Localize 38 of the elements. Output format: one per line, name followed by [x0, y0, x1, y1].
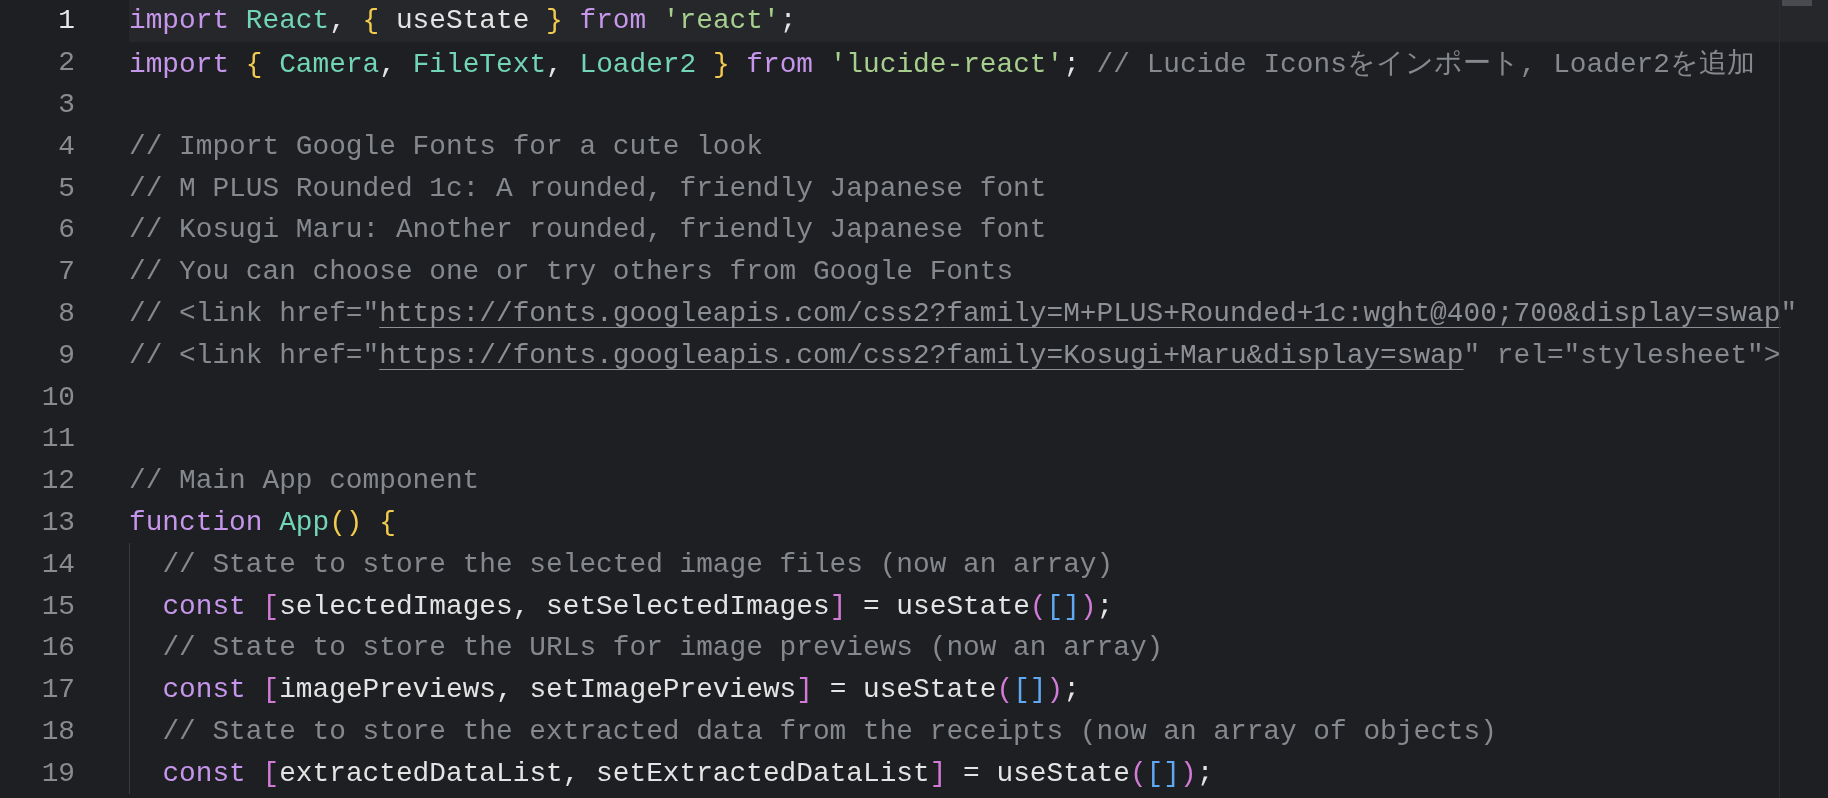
- code-line: // <link href="https://fonts.googleapis.com/css2?family=M+PLUS+Rounded+1c:wght@400;700&display=swap": [129, 297, 1798, 329]
- code-comment: // State to store the extracted data from the receipts (now an array of objects): [162, 715, 1497, 747]
- code-comment: // You can choose one or try others from Google Fonts: [129, 256, 1014, 288]
- line-number: 3: [57, 89, 75, 120]
- code-comment: // Main App component: [129, 465, 480, 497]
- line-number: 15: [40, 590, 75, 622]
- line-number: 10: [40, 381, 75, 413]
- line-number: 18: [40, 715, 75, 747]
- code-line: // <link href="https://fonts.googleapis.com/css2?family=Kosugi+Maru&display=swap" rel="stylesheet">: [129, 339, 1781, 371]
- code-line: function App() {: [129, 506, 396, 538]
- line-number: 9: [57, 339, 75, 371]
- code-line: const [imagePreviews, setImagePreviews] = useState([]);: [162, 674, 1080, 706]
- code-comment: // Kosugi Maru: Another rounded, friendly Japanese font: [129, 214, 1047, 246]
- code-line: import React, { useState } from 'react';: [129, 5, 797, 37]
- line-number: 11: [40, 423, 75, 455]
- line-number: 19: [40, 757, 75, 789]
- line-number: 16: [40, 632, 75, 664]
- link[interactable]: https://fonts.googleapis.com/css2?family=Kosugi+Maru&display=swap: [379, 339, 1464, 371]
- line-number: 8: [57, 297, 75, 329]
- line-number: 6: [57, 214, 75, 246]
- line-number: 13: [40, 506, 75, 538]
- line-number: 1: [57, 5, 75, 37]
- link[interactable]: https://fonts.googleapis.com/css2?family=M+PLUS+Rounded+1c:wght@400;700&display=swap: [379, 297, 1781, 329]
- code-comment: // Import Google Fonts for a cute look: [129, 130, 763, 162]
- line-number: 4: [57, 130, 75, 162]
- code-comment: // State to store the selected image files (now an array): [162, 548, 1114, 580]
- code-line: import { Camera, FileText, Loader2 } from 'lucide-react'; // Lucide Iconsをインポート, Loader2を追加: [129, 48, 1755, 82]
- line-number: 14: [40, 548, 75, 580]
- line-number: 7: [57, 256, 75, 288]
- line-number: 12: [40, 465, 75, 497]
- line-number: 5: [57, 172, 75, 204]
- code-line: const [extractedDataList, setExtractedDataList] = useState([]);: [162, 757, 1214, 789]
- line-number: 2: [57, 47, 75, 79]
- scrollbar-thumb[interactable]: [1782, 0, 1812, 6]
- code-comment: // M PLUS Rounded 1c: A rounded, friendly Japanese font: [129, 172, 1047, 204]
- code-line: const [selectedImages, setSelectedImages] = useState([]);: [162, 590, 1114, 622]
- line-number: 17: [40, 674, 75, 706]
- code-comment: // State to store the URLs for image previews (now an array): [162, 632, 1164, 664]
